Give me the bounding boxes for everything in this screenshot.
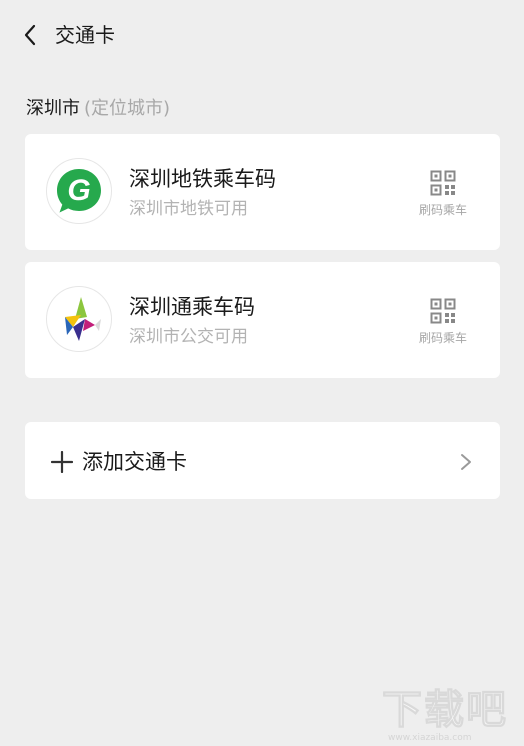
shenzhen-metro-logo-icon: G xyxy=(57,169,101,213)
transit-card-metro[interactable]: G 深圳地铁乘车码 深圳市地铁可用 刷码乘车 xyxy=(25,134,500,250)
svg-text:G: G xyxy=(67,174,90,207)
shenzhen-tong-logo-icon xyxy=(65,297,101,341)
watermark: 下载吧 www.xiazaiba.com xyxy=(382,688,518,744)
card-subtitle: 深圳市地铁可用 xyxy=(129,199,248,219)
card-title: 深圳通乘车码 xyxy=(129,295,255,319)
qr-code-icon xyxy=(430,298,456,324)
scan-ride-label: 刷码乘车 xyxy=(418,203,467,217)
page-title: 交通卡 xyxy=(55,23,115,47)
back-button[interactable] xyxy=(16,20,44,50)
transit-card-shenzhen-tong[interactable]: 深圳通乘车码 深圳市公交可用 刷码乘车 xyxy=(25,262,500,378)
qr-code-icon xyxy=(430,170,456,196)
chevron-right-icon xyxy=(461,454,471,470)
section-header: 深圳市 (定位城市) xyxy=(26,96,170,122)
scan-ride-button[interactable]: 刷码乘车 xyxy=(413,298,473,348)
watermark-url: www.xiazaiba.com xyxy=(388,733,472,743)
watermark-text: 下载吧 xyxy=(382,687,508,733)
logo-shenzhen-metro: G xyxy=(46,158,112,224)
plus-icon xyxy=(51,451,73,473)
navbar: 交通卡 xyxy=(0,0,524,72)
location-hint: (定位城市) xyxy=(84,98,171,119)
scan-ride-button[interactable]: 刷码乘车 xyxy=(413,170,473,220)
logo-shenzhen-tong xyxy=(46,286,112,352)
back-arrow-icon xyxy=(24,24,36,46)
scan-ride-label: 刷码乘车 xyxy=(418,331,467,345)
card-title: 深圳地铁乘车码 xyxy=(129,167,276,191)
add-transit-card-button[interactable]: 添加交通卡 xyxy=(25,422,500,499)
add-transit-card-label: 添加交通卡 xyxy=(82,450,187,474)
card-subtitle: 深圳市公交可用 xyxy=(129,327,248,347)
city-name: 深圳市 xyxy=(26,98,80,119)
